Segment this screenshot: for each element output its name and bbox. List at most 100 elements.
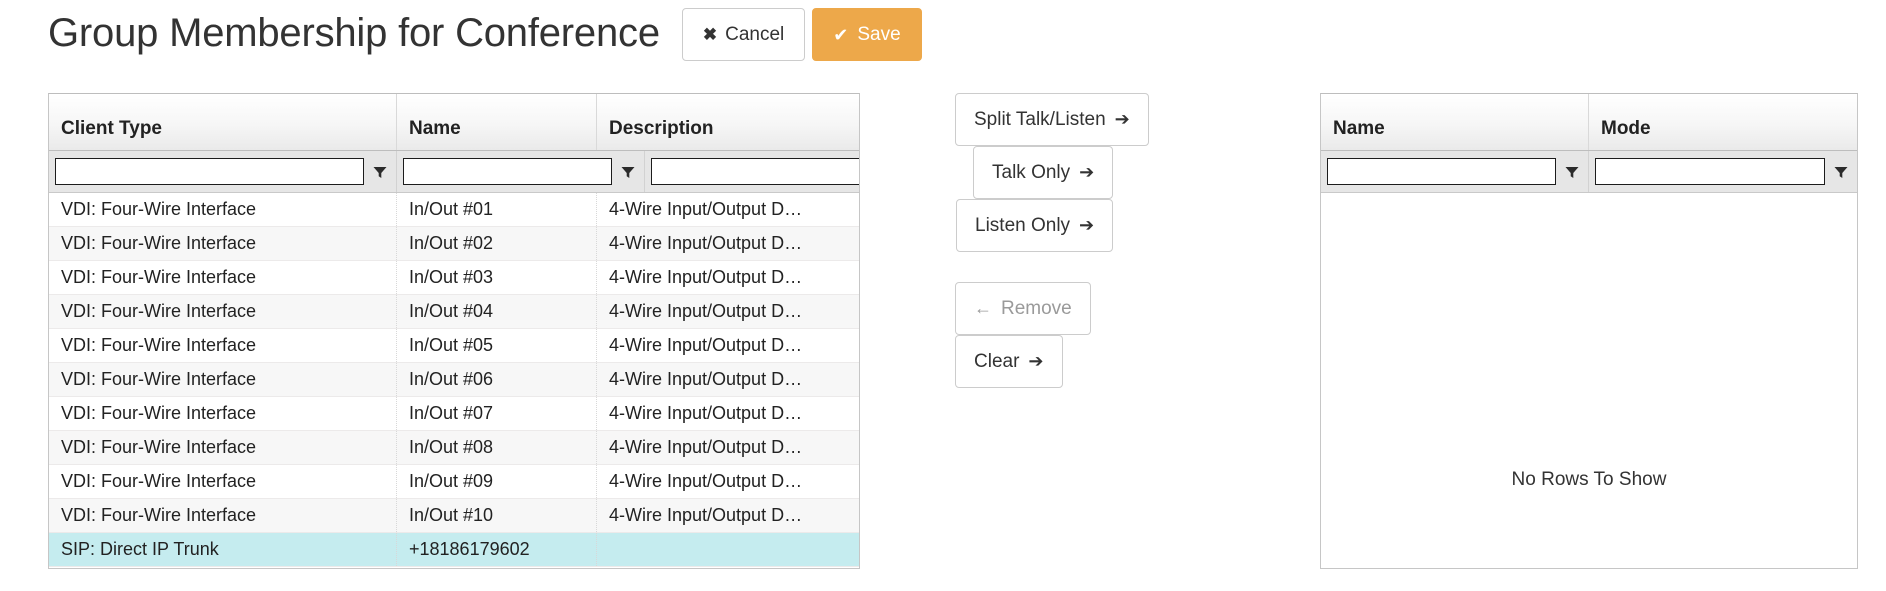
cell-name: In/Out #07 (397, 397, 597, 430)
member-grid-filter-row (1321, 151, 1857, 193)
cell-name: In/Out #05 (397, 329, 597, 362)
funnel-icon-member-name[interactable] (1556, 151, 1588, 192)
filter-cell-name (397, 151, 645, 192)
table-row[interactable]: VDI: Four-Wire Interface In/Out #08 4-Wire… (49, 431, 859, 465)
cell-description (597, 533, 859, 566)
clear-label: Clear (974, 350, 1020, 372)
cell-name: In/Out #09 (397, 465, 597, 498)
arrow-left-icon: ← (974, 298, 992, 318)
filter-cell-member-mode (1589, 151, 1857, 192)
available-grid-body: VDI: Four-Wire Interface In/Out #01 4-Wire… (49, 193, 859, 567)
cell-text: 4-Wire Input/Output D… (609, 471, 803, 491)
cell-client-type: VDI: Four-Wire Interface (49, 261, 397, 294)
table-row[interactable]: VDI: Four-Wire Interface In/Out #02 4-Wire… (49, 227, 859, 261)
listen-only-row: Listen Only ➔ (955, 199, 1215, 252)
cell-text: SIP: Direct IP Trunk (61, 539, 219, 559)
cell-text: VDI: Four-Wire Interface (61, 301, 257, 321)
column-header-name[interactable]: Name (397, 94, 597, 150)
table-row[interactable]: VDI: Four-Wire Interface In/Out #10 4-Wire… (49, 499, 859, 533)
cell-text: In/Out #04 (409, 301, 494, 321)
cell-text: VDI: Four-Wire Interface (61, 233, 257, 253)
cell-name: In/Out #02 (397, 227, 597, 260)
cell-client-type: VDI: Four-Wire Interface (49, 397, 397, 430)
available-grid-header: Client Type Name Description (49, 94, 859, 151)
cell-description: 4-Wire Input/Output D… (597, 363, 859, 396)
table-row[interactable]: VDI: Four-Wire Interface In/Out #03 4-Wire… (49, 261, 859, 295)
cell-name: In/Out #08 (397, 431, 597, 464)
cell-text: VDI: Four-Wire Interface (61, 199, 257, 219)
cell-text: In/Out #07 (409, 403, 494, 423)
save-button-label: Save (857, 24, 901, 45)
remove-button[interactable]: ← Remove (955, 282, 1091, 335)
remove-row: ← Remove (955, 252, 1215, 335)
cell-text: 4-Wire Input/Output D… (609, 335, 803, 355)
cell-description: 4-Wire Input/Output D… (597, 193, 859, 226)
table-row[interactable]: VDI: Four-Wire Interface In/Out #04 4-Wire… (49, 295, 859, 329)
cell-text: In/Out #02 (409, 233, 494, 253)
table-row[interactable]: VDI: Four-Wire Interface In/Out #09 4-Wire… (49, 465, 859, 499)
cell-name: In/Out #06 (397, 363, 597, 396)
arrow-right-icon: ➔ (1028, 351, 1044, 371)
cancel-button-label: Cancel (725, 24, 785, 45)
filter-cell-member-name (1321, 151, 1589, 192)
page-title: Group Membership for Conference (48, 10, 660, 55)
close-icon: ✖ (702, 25, 718, 44)
clear-row: Clear ➔ (955, 335, 1215, 388)
table-row[interactable]: VDI: Four-Wire Interface In/Out #05 4-Wire… (49, 329, 859, 363)
column-header-client-type[interactable]: Client Type (49, 94, 397, 150)
cell-name: In/Out #10 (397, 499, 597, 532)
cancel-button[interactable]: ✖ Cancel (681, 8, 806, 61)
cell-description: 4-Wire Input/Output D… (597, 329, 859, 362)
cell-text: VDI: Four-Wire Interface (61, 471, 257, 491)
page-header: Group Membership for Conference ✖ Cancel… (48, 8, 922, 61)
transfer-actions: Split Talk/Listen ➔ Talk Only ➔ Listen O… (955, 93, 1215, 388)
cell-description: 4-Wire Input/Output D… (597, 227, 859, 260)
cell-text: 4-Wire Input/Output D… (609, 199, 803, 219)
cell-client-type: VDI: Four-Wire Interface (49, 465, 397, 498)
cell-text: +18186179602 (409, 539, 530, 559)
cell-text: 4-Wire Input/Output D… (609, 437, 803, 457)
cell-text: 4-Wire Input/Output D… (609, 233, 803, 253)
cell-text: VDI: Four-Wire Interface (61, 437, 257, 457)
cell-text: VDI: Four-Wire Interface (61, 335, 257, 355)
cell-name: In/Out #04 (397, 295, 597, 328)
member-grid-header: Name Mode (1321, 94, 1857, 151)
talk-only-label: Talk Only (992, 161, 1071, 183)
table-row[interactable]: VDI: Four-Wire Interface In/Out #07 4-Wire… (49, 397, 859, 431)
cell-description: 4-Wire Input/Output D… (597, 261, 859, 294)
column-header-member-mode[interactable]: Mode (1589, 94, 1857, 150)
cell-text: 4-Wire Input/Output D… (609, 369, 803, 389)
talk-only-button[interactable]: Talk Only ➔ (973, 146, 1114, 199)
filter-input-name[interactable] (403, 158, 612, 185)
cell-description: 4-Wire Input/Output D… (597, 397, 859, 430)
column-header-member-name[interactable]: Name (1321, 94, 1589, 150)
clear-button[interactable]: Clear ➔ (955, 335, 1063, 388)
available-grid-filter-row (49, 151, 859, 193)
listen-only-label: Listen Only (975, 214, 1071, 236)
save-button[interactable]: ✔ Save (812, 8, 922, 61)
funnel-icon-client-type[interactable] (364, 151, 396, 192)
split-talk-listen-button[interactable]: Split Talk/Listen ➔ (955, 93, 1149, 146)
cell-client-type: VDI: Four-Wire Interface (49, 431, 397, 464)
table-row[interactable]: SIP: Direct IP Trunk +18186179602 (49, 533, 859, 567)
filter-input-description[interactable] (651, 158, 859, 185)
cell-text: VDI: Four-Wire Interface (61, 267, 257, 287)
column-header-description[interactable]: Description (597, 94, 859, 150)
filter-input-client-type[interactable] (55, 158, 364, 185)
filter-input-member-name[interactable] (1327, 158, 1556, 185)
cell-text: In/Out #03 (409, 267, 494, 287)
cell-text: In/Out #10 (409, 505, 494, 525)
cell-description: 4-Wire Input/Output D… (597, 295, 859, 328)
table-row[interactable]: VDI: Four-Wire Interface In/Out #06 4-Wire… (49, 363, 859, 397)
filter-input-member-mode[interactable] (1595, 158, 1825, 185)
split-talk-listen-row: Split Talk/Listen ➔ (955, 93, 1215, 146)
cell-text: VDI: Four-Wire Interface (61, 505, 257, 525)
listen-only-button[interactable]: Listen Only ➔ (956, 199, 1114, 252)
funnel-icon-name[interactable] (612, 151, 644, 192)
cell-text: VDI: Four-Wire Interface (61, 369, 257, 389)
cell-text: 4-Wire Input/Output D… (609, 505, 803, 525)
cell-text: In/Out #05 (409, 335, 494, 355)
funnel-icon-member-mode[interactable] (1825, 151, 1857, 192)
group-membership-page: Group Membership for Conference ✖ Cancel… (0, 0, 1886, 591)
table-row[interactable]: VDI: Four-Wire Interface In/Out #01 4-Wire… (49, 193, 859, 227)
